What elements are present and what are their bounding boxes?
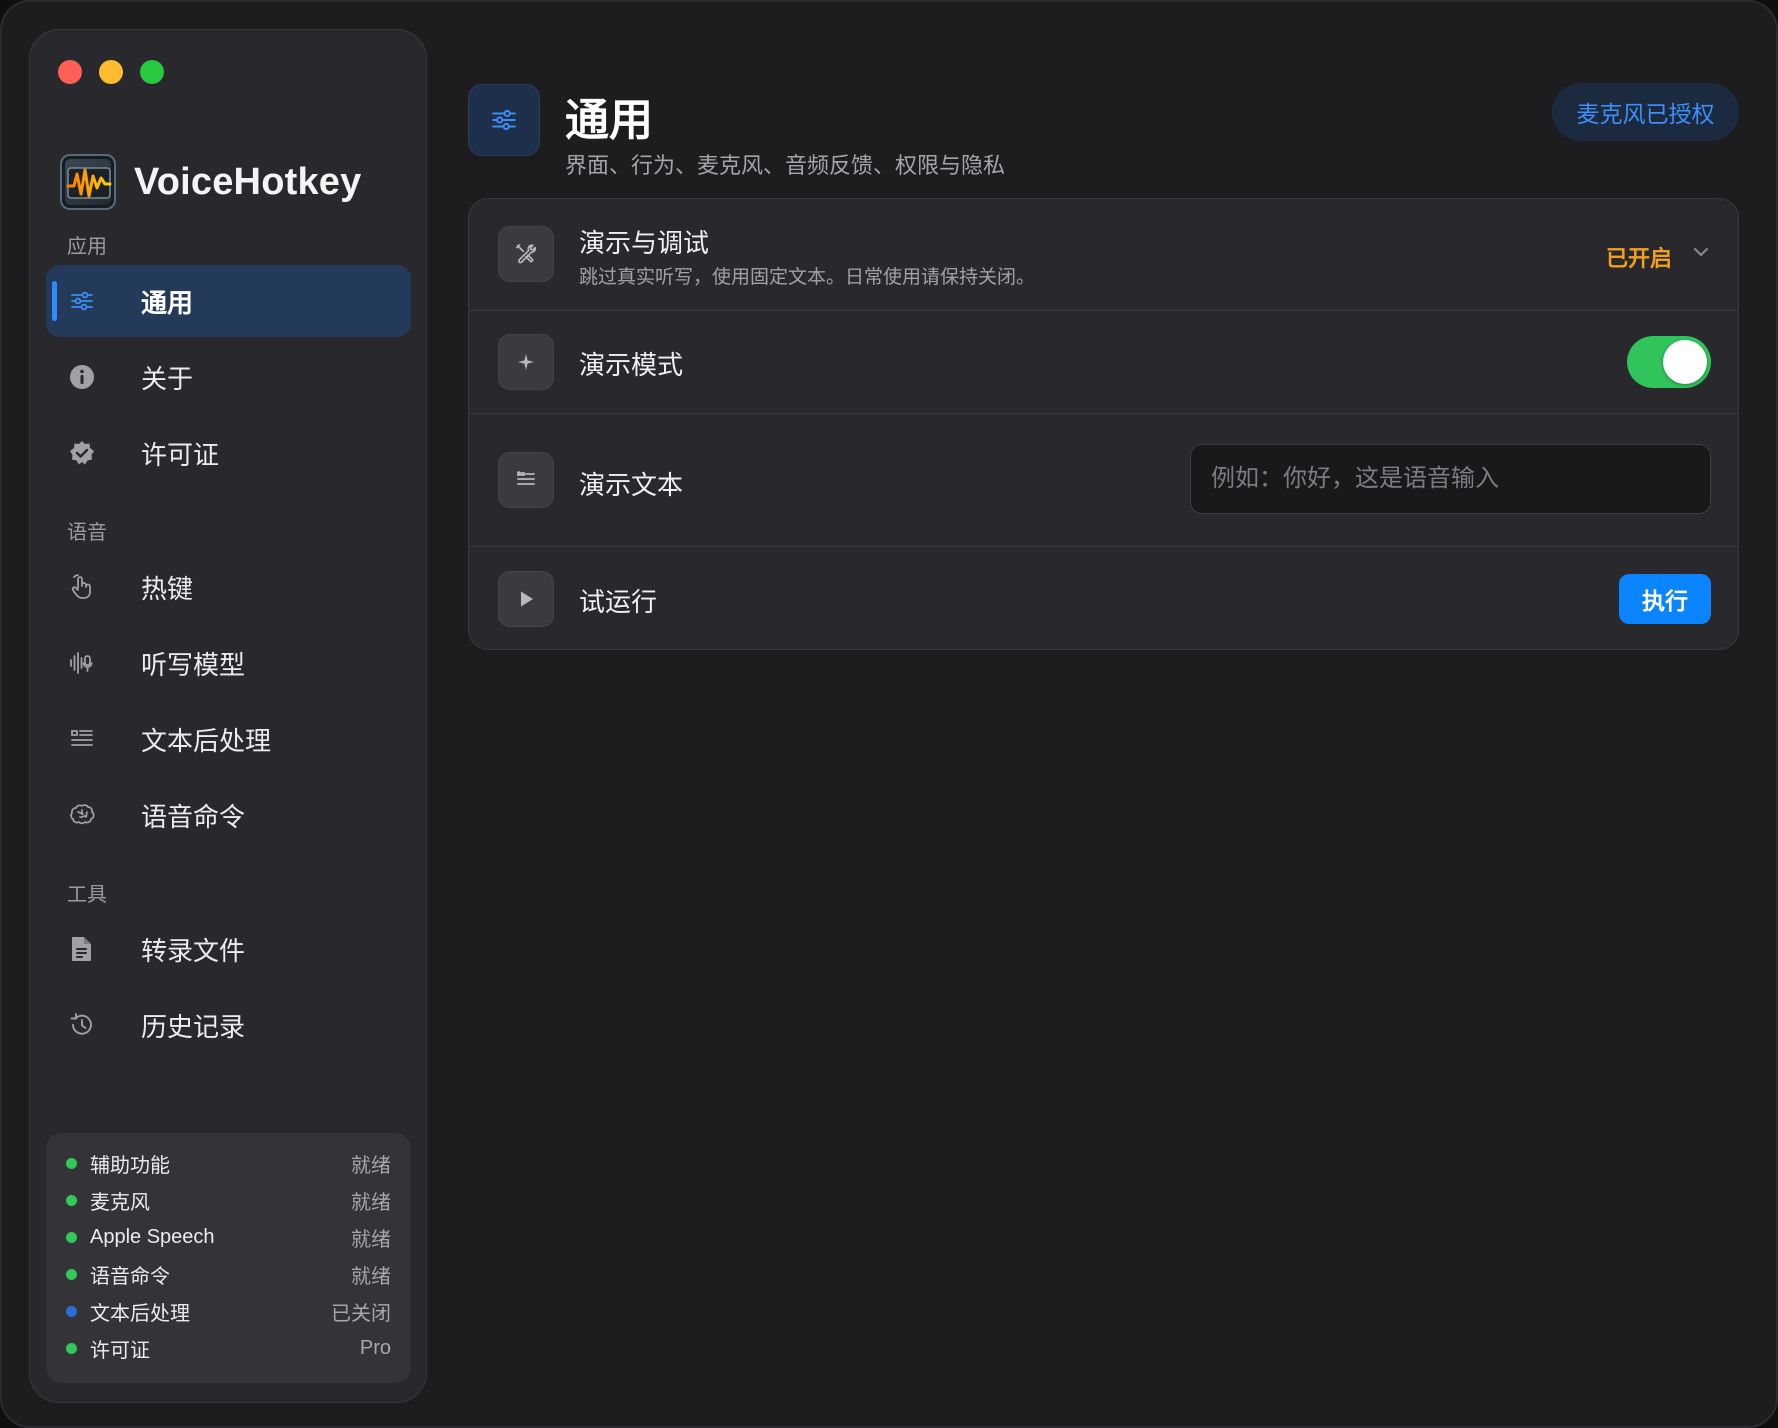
demo-text-input[interactable] — [1190, 444, 1711, 514]
app-logo-icon — [60, 154, 116, 210]
execute-button[interactable]: 执行 — [1619, 574, 1711, 624]
status-name: Apple Speech — [90, 1225, 215, 1248]
sidebar-item-label: 通用 — [141, 287, 194, 318]
status-dot — [66, 1268, 77, 1280]
settings-card: 演示与调试 跳过真实听写，使用固定文本。日常使用请保持关闭。 已开启 演示模式 — [468, 198, 1739, 650]
section-subtitle: 跳过真实听写，使用固定文本。日常使用请保持关闭。 — [579, 267, 1036, 288]
app-window: VoiceHotkey 应用 通用 关于 许可证 语音 热键 听写模型 文本后处… — [0, 0, 1778, 1428]
sidebar-item-label: 文本后处理 — [141, 725, 272, 756]
status-name: 辅助功能 — [90, 1154, 170, 1177]
microphone-authorized-badge: 麦克风已授权 — [1552, 83, 1739, 141]
status-dot — [66, 1157, 77, 1169]
sidebar-item-label: 历史记录 — [141, 1011, 246, 1042]
zoom-window-button[interactable] — [140, 60, 164, 84]
sidebar-item-transcribe-file[interactable]: 转录文件 — [46, 913, 411, 985]
sidebar-item-text-postprocess[interactable]: 文本后处理 — [46, 703, 411, 775]
demo-text-row: 演示文本 — [469, 414, 1738, 547]
status-dot — [66, 1231, 77, 1243]
status-dot — [66, 1194, 77, 1206]
sidebar-item-general[interactable]: 通用 — [46, 265, 411, 337]
status-value: 就绪 — [351, 1228, 391, 1251]
status-panel: 辅助功能 就绪 麦克风 就绪 Apple Speech 就绪 语音命令 就绪 文… — [46, 1133, 411, 1383]
status-row-accessibility: 辅助功能 就绪 — [66, 1148, 391, 1178]
section-label-voice: 语音 — [67, 522, 107, 544]
sidebar-item-voice-commands[interactable]: 语音命令 — [46, 779, 411, 851]
verified-badge-icon — [68, 439, 96, 467]
status-value: 就绪 — [351, 1191, 391, 1214]
section-label-tools: 工具 — [67, 884, 107, 906]
sidebar-item-label: 语音命令 — [141, 801, 246, 832]
status-row-microphone: 麦克风 就绪 — [66, 1185, 391, 1215]
section-label-app: 应用 — [67, 236, 107, 258]
demo-mode-toggle[interactable] — [1627, 336, 1711, 388]
sidebar-item-label: 许可证 — [141, 439, 220, 470]
sidebar-item-label: 热键 — [141, 573, 194, 604]
app-brand: VoiceHotkey — [60, 154, 361, 210]
status-row-voice-commands: 语音命令 就绪 — [66, 1259, 391, 1289]
sliders-icon — [68, 287, 96, 315]
demo-text-label: 演示文本 — [579, 470, 684, 500]
wrench-screwdriver-icon — [498, 226, 554, 282]
sidebar-item-hotkeys[interactable]: 热键 — [46, 551, 411, 623]
sidebar-item-label: 关于 — [141, 363, 194, 394]
status-row-apple-speech: Apple Speech 就绪 — [66, 1222, 391, 1252]
trial-run-row: 试运行 执行 — [469, 547, 1738, 649]
minimize-window-button[interactable] — [99, 60, 123, 84]
sparkle-icon — [498, 334, 554, 390]
status-value: 就绪 — [351, 1154, 391, 1177]
sidebar-item-license[interactable]: 许可证 — [46, 417, 411, 489]
sidebar-item-label: 听写模型 — [141, 649, 246, 680]
header-sliders-icon — [468, 84, 540, 156]
demo-mode-label: 演示模式 — [579, 350, 684, 380]
chevron-down-icon[interactable] — [1692, 243, 1710, 266]
status-dot — [66, 1305, 77, 1317]
sidebar-item-label: 转录文件 — [141, 935, 246, 966]
toggle-knob — [1663, 340, 1707, 384]
status-value: Pro — [359, 1336, 391, 1359]
status-name: 麦克风 — [90, 1191, 150, 1214]
hand-pointer-icon — [68, 573, 96, 601]
history-icon — [68, 1011, 96, 1039]
status-value: 已关闭 — [331, 1302, 391, 1325]
brain-icon — [68, 801, 96, 829]
sidebar-item-about[interactable]: 关于 — [46, 341, 411, 413]
close-window-button[interactable] — [58, 60, 82, 84]
status-name: 许可证 — [90, 1339, 150, 1362]
section-title: 演示与调试 — [579, 228, 710, 258]
page-title: 通用 — [565, 96, 653, 145]
document-icon — [68, 935, 96, 963]
trial-run-label: 试运行 — [579, 587, 658, 617]
demo-mode-row: 演示模式 — [469, 311, 1738, 414]
sidebar-item-history[interactable]: 历史记录 — [46, 989, 411, 1061]
text-format-icon — [68, 725, 96, 753]
info-icon — [68, 363, 96, 391]
waveform-mic-icon — [68, 649, 96, 677]
status-row-license: 许可证 Pro — [66, 1333, 391, 1363]
status-name: 语音命令 — [90, 1265, 170, 1288]
demo-debug-section-header[interactable]: 演示与调试 跳过真实听写，使用固定文本。日常使用请保持关闭。 已开启 — [469, 199, 1738, 311]
sidebar: VoiceHotkey 应用 通用 关于 许可证 语音 热键 听写模型 文本后处… — [29, 29, 427, 1403]
status-name: 文本后处理 — [90, 1302, 190, 1325]
status-value: 就绪 — [351, 1265, 391, 1288]
window-controls — [58, 60, 164, 84]
app-name: VoiceHotkey — [134, 160, 362, 203]
play-icon — [498, 571, 554, 627]
section-status: 已开启 — [1605, 246, 1672, 271]
status-dot — [66, 1342, 77, 1354]
sidebar-item-dictation-model[interactable]: 听写模型 — [46, 627, 411, 699]
status-row-text-postprocess: 文本后处理 已关闭 — [66, 1296, 391, 1326]
quote-text-icon — [498, 452, 554, 508]
page-subtitle: 界面、行为、麦克风、音频反馈、权限与隐私 — [565, 153, 1006, 178]
